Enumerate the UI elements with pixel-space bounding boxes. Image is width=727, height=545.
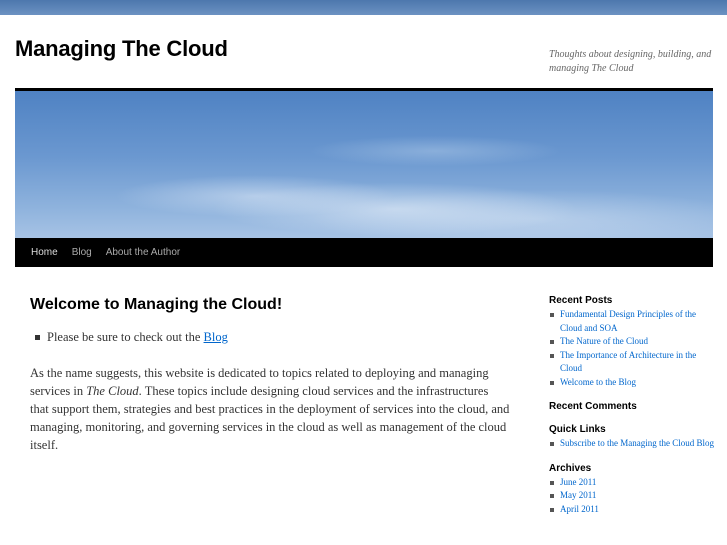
top-decorative-strip (0, 0, 727, 15)
quick-links-widget: Quick Links Subscribe to the Managing th… (549, 424, 714, 451)
list-item: June 2011 (550, 476, 714, 490)
list-item: Fundamental Design Principles of the Clo… (550, 308, 714, 335)
list-item: Subscribe to the Managing the Cloud Blog (550, 437, 714, 451)
page-title: Welcome to Managing the Cloud! (30, 296, 283, 313)
recent-post-link[interactable]: Fundamental Design Principles of the Clo… (560, 309, 696, 333)
subscribe-link[interactable]: Subscribe to the Managing the Cloud Blog (560, 438, 714, 448)
list-item: Please be sure to check out the Blog (35, 328, 510, 346)
recent-posts-title: Recent Posts (549, 295, 613, 306)
blog-link[interactable]: Blog (204, 330, 228, 344)
list-item: The Importance of Architecture in the Cl… (550, 349, 714, 376)
paragraph-emphasis: The Cloud (86, 384, 139, 398)
archive-link[interactable]: May 2011 (560, 490, 596, 500)
site-description: Thoughts about designing, building, and … (549, 49, 712, 74)
recent-comments-widget: Recent Comments (549, 401, 714, 412)
intro-list: Please be sure to check out the Blog (30, 328, 510, 346)
archive-link[interactable]: April 2011 (560, 504, 599, 514)
quick-links-title: Quick Links (549, 424, 606, 435)
nav-home[interactable]: Home (31, 247, 58, 258)
list-item: April 2011 (550, 503, 714, 517)
recent-comments-title: Recent Comments (549, 401, 637, 412)
list-item: The Nature of the Cloud (550, 335, 714, 349)
archive-link[interactable]: June 2011 (560, 477, 596, 487)
nav-about-the-author[interactable]: About the Author (106, 247, 181, 258)
list-item: May 2011 (550, 489, 714, 503)
main-content: Welcome to Managing the Cloud! Please be… (30, 296, 510, 454)
archives-widget: Archives June 2011 May 2011 April 2011 (549, 463, 714, 517)
site-title[interactable]: Managing The Cloud (15, 36, 228, 62)
recent-post-link[interactable]: The Importance of Architecture in the Cl… (560, 350, 696, 374)
recent-posts-widget: Recent Posts Fundamental Design Principl… (549, 295, 714, 389)
header-banner-image (15, 91, 713, 238)
recent-post-link[interactable]: Welcome to the Blog (560, 377, 636, 387)
sidebar: Recent Posts Fundamental Design Principl… (549, 295, 714, 528)
bullet-text: Please be sure to check out the (47, 330, 204, 344)
nav-blog[interactable]: Blog (72, 247, 92, 258)
intro-paragraph: As the name suggests, this website is de… (30, 364, 510, 454)
recent-post-link[interactable]: The Nature of the Cloud (560, 336, 648, 346)
main-nav: Home Blog About the Author (15, 238, 713, 267)
list-item: Welcome to the Blog (550, 376, 714, 390)
archives-title: Archives (549, 462, 592, 474)
